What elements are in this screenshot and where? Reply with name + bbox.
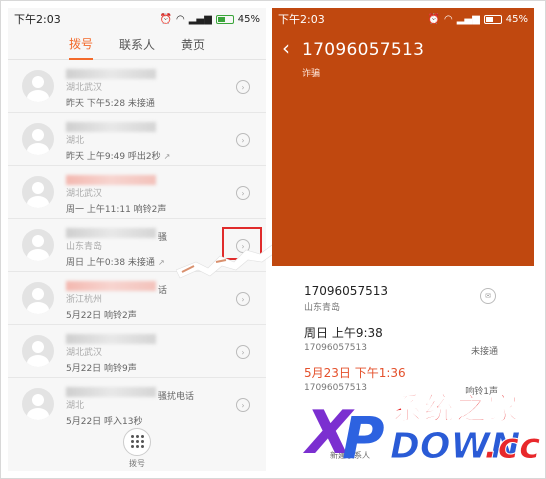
call-meta: 5月22日 响铃2声 [66, 308, 252, 321]
call-meta: 5月22日 响铃9声 [66, 361, 252, 374]
signal-icon: ▂▄▆ [188, 13, 212, 25]
call-row[interactable]: 湖北武汉 周一 上午11:11 响铃2声 › [8, 166, 266, 219]
call-info: 湖北武汉 周一 上午11:11 响铃2声 [66, 173, 252, 215]
tab-yellow-pages[interactable]: 黄页 [181, 30, 205, 59]
detail-header: 下午2:03 ⏰ ◠ ▂▄▆ 45% ‹ 17096057513 诈骗 [272, 8, 534, 266]
call-detail-icon[interactable]: › [236, 292, 250, 306]
call-tag-note: 骚扰电话 [158, 392, 195, 402]
tab-dial[interactable]: 拨号 [68, 29, 93, 60]
outgoing-arrow-icon: ↗ [163, 152, 171, 161]
detail-title: 5月23日 下午1:36 [304, 366, 406, 380]
dialpad-bar: 拨号 [8, 425, 266, 471]
battery-percent: 45% [237, 13, 260, 25]
call-meta-text: 昨天 下午5:28 未接通 [66, 99, 155, 109]
call-row[interactable]: 湖北武汉 5月22日 响铃9声 › [8, 325, 266, 378]
status-time: 下午2:03 [14, 13, 61, 26]
history-row: 5月23日 下午1:36 17096057513 响铃1声 [272, 360, 534, 400]
alarm-icon: ⏰ [427, 13, 440, 25]
call-detail-icon[interactable]: › [236, 133, 250, 147]
redacted-number [66, 69, 156, 79]
avatar-icon [22, 176, 54, 208]
avatar-icon [22, 229, 54, 261]
tab-contacts[interactable]: 联系人 [119, 30, 155, 59]
call-detail-icon[interactable]: › [236, 186, 250, 200]
redacted-number [66, 175, 156, 185]
alarm-icon: ⏰ [159, 13, 172, 25]
detail-title: 周日 上午9:38 [304, 326, 383, 340]
call-row[interactable]: 湖北 昨天 上午9:49 呼出2秒 ↗ › [8, 113, 266, 166]
call-meta-text: 周日 上午0:38 未接通 [66, 258, 155, 268]
battery-icon [215, 14, 234, 24]
battery-icon [483, 14, 502, 24]
detail-status: 响铃1声 [465, 387, 498, 397]
back-arrow-icon[interactable]: ‹ [282, 36, 290, 60]
call-row[interactable]: 骚扰电话 湖北 5月22日 呼入13秒 › [8, 378, 266, 431]
new-contact-button[interactable]: 新建联系人 [330, 450, 370, 461]
avatar-icon [22, 70, 54, 102]
number-row[interactable]: 17096057513 山东青岛 ✉ [272, 280, 534, 320]
call-location: 湖北 [66, 136, 85, 146]
call-meta-text: 5月22日 响铃2声 [66, 311, 137, 321]
call-info: 骚扰电话 湖北 5月22日 呼入13秒 [66, 385, 252, 427]
wifi-icon: ◠ [443, 13, 453, 25]
outgoing-arrow-icon: ↗ [157, 258, 165, 267]
status-icons: ⏰ ◠ ▂▄▆ 45% [160, 14, 261, 25]
dialpad-icon [130, 435, 144, 448]
call-meta: 周一 上午11:11 响铃2声 [66, 202, 252, 215]
redacted-number [66, 334, 156, 344]
avatar-icon [22, 123, 54, 155]
tab-bar: 拨号 联系人 黄页 [8, 30, 266, 60]
avatar-icon [22, 282, 54, 314]
call-meta-text: 5月22日 响铃9声 [66, 364, 137, 374]
detail-title: 17096057513 [304, 284, 388, 298]
call-info: 湖北武汉 昨天 下午5:28 未接通 [66, 67, 252, 109]
call-detail-icon[interactable]: › [236, 398, 250, 412]
call-detail-icon[interactable]: › [236, 345, 250, 359]
detail-sub: 17096057513 [304, 383, 367, 393]
call-history: 17096057513 山东青岛 ✉ 周日 上午9:38 17096057513… [272, 280, 534, 400]
redacted-number [66, 387, 156, 397]
call-row[interactable]: 湖北武汉 昨天 下午5:28 未接通 › [8, 60, 266, 113]
avatar-icon [22, 388, 54, 420]
call-location: 湖北武汉 [66, 189, 103, 199]
redacted-number [66, 122, 156, 132]
dialpad-button[interactable] [123, 427, 151, 456]
call-meta: 昨天 下午5:28 未接通 [66, 96, 252, 109]
call-info: 话 浙江杭州 5月22日 响铃2声 [66, 279, 252, 321]
call-info: 湖北武汉 5月22日 响铃9声 [66, 332, 252, 374]
call-meta: 昨天 上午9:49 呼出2秒 ↗ [66, 149, 252, 162]
status-bar: 下午2:03 ⏰ ◠ ▂▄▆ 45% [8, 8, 266, 30]
torn-edge-decoration [176, 241, 276, 279]
status-bar: 下午2:03 ⏰ ◠ ▂▄▆ 45% [272, 8, 534, 30]
redacted-number [66, 281, 156, 291]
status-icons: ⏰ ◠ ▂▄▆ 45% [428, 14, 529, 25]
battery-percent: 45% [505, 13, 528, 25]
redacted-number [66, 228, 156, 238]
call-tag-note: 话 [158, 286, 168, 296]
call-meta-text: 周一 上午11:11 响铃2声 [66, 205, 167, 215]
status-time: 下午2:03 [278, 13, 325, 26]
caller-tag: 诈骗 [302, 69, 321, 79]
call-location: 湖北武汉 [66, 83, 103, 93]
message-icon[interactable]: ✉ [480, 288, 496, 304]
call-detail-icon[interactable]: › [236, 80, 250, 94]
call-location: 湖北武汉 [66, 348, 103, 358]
detail-sub: 山东青岛 [304, 303, 341, 313]
call-info: 湖北 昨天 上午9:49 呼出2秒 ↗ [66, 120, 252, 162]
caller-number: 17096057513 [302, 40, 425, 60]
signal-icon: ▂▄▆ [456, 13, 480, 25]
detail-sub: 17096057513 [304, 343, 367, 353]
call-meta-text: 昨天 上午9:49 呼出2秒 [66, 152, 161, 162]
history-row: 周日 上午9:38 17096057513 未接通 [272, 320, 534, 360]
dialpad-label: 拨号 [129, 458, 145, 468]
detail-status: 未接通 [470, 347, 498, 357]
call-tag-note: 骚 [158, 233, 168, 243]
call-detail-screen: 下午2:03 ⏰ ◠ ▂▄▆ 45% ‹ 17096057513 诈骗 1709… [272, 8, 534, 471]
avatar-icon [22, 335, 54, 367]
wifi-icon: ◠ [175, 13, 185, 25]
